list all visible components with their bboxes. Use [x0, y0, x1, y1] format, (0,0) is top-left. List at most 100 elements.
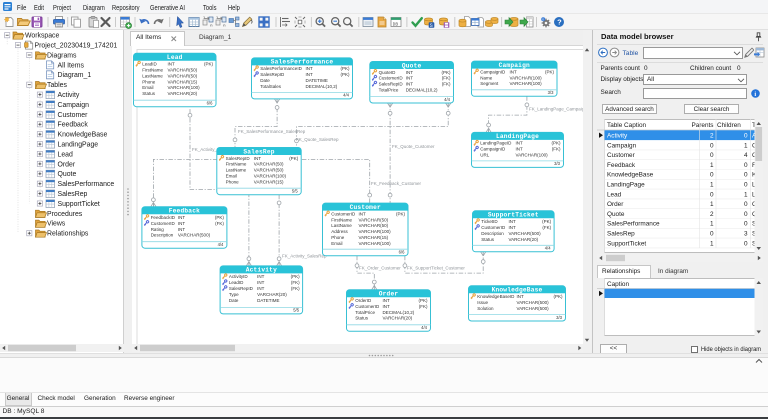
svg-text:Workspace: Workspace	[25, 33, 60, 40]
svg-text:CampaignID: CampaignID	[480, 146, 506, 151]
svg-text:FK_SupportTicket_Customer: FK_SupportTicket_Customer	[407, 265, 465, 270]
svg-text:LandingPage: LandingPage	[495, 133, 538, 140]
svg-text:VARCHAR(20): VARCHAR(20)	[508, 236, 538, 241]
svg-text:(FK): (FK)	[290, 286, 299, 291]
svg-text:LastName: LastName	[331, 223, 352, 228]
svg-text:Children: Children	[717, 122, 741, 129]
svg-text:Segment: Segment	[480, 81, 499, 86]
svg-text:All Items: All Items	[58, 62, 85, 69]
svg-text:INT: INT	[177, 226, 185, 231]
svg-text:0: 0	[744, 221, 748, 228]
svg-text:CampaignID: CampaignID	[480, 69, 506, 74]
svg-text:Order: Order	[58, 161, 76, 168]
svg-text:Activity: Activity	[58, 92, 80, 99]
svg-text:(PK): (PK)	[289, 155, 299, 160]
svg-text:SalesRep: SalesRep	[243, 148, 274, 155]
svg-text:(PK): (PK)	[290, 274, 300, 279]
svg-text:0: 0	[744, 182, 748, 189]
svg-text:CustomerID: CustomerID	[481, 225, 506, 230]
svg-text:(FK): (FK)	[215, 220, 224, 225]
svg-text:2: 2	[710, 211, 714, 218]
svg-text:VARCHAR(100): VARCHAR(100)	[167, 85, 200, 90]
svg-text:Activity: Activity	[607, 133, 628, 140]
svg-text:Issue: Issue	[477, 300, 488, 305]
svg-text:SalesRep: SalesRep	[607, 231, 635, 238]
svg-text:FK_LandingPage_Campaign: FK_LandingPage_Campaign	[529, 106, 584, 111]
svg-text:0: 0	[744, 211, 748, 218]
svg-text:INT: INT	[358, 211, 366, 216]
svg-text:VARCHAR(500): VARCHAR(500)	[516, 305, 549, 310]
svg-text:1: 1	[710, 201, 714, 208]
svg-text:LandingPage: LandingPage	[58, 142, 99, 149]
svg-text:5/5: 5/5	[291, 188, 297, 193]
svg-text:VARCHAR(20): VARCHAR(20)	[382, 315, 412, 320]
svg-text:VARCHAR(20): VARCHAR(20)	[167, 91, 197, 96]
svg-text:FK_Order_Customer: FK_Order_Customer	[359, 265, 401, 270]
svg-text:Rating: Rating	[150, 226, 164, 231]
svg-text:Customer: Customer	[349, 203, 380, 210]
svg-text:KnowledgeBase: KnowledgeBase	[607, 172, 654, 179]
svg-text:INT: INT	[515, 146, 523, 151]
svg-text:Quote: Quote	[607, 211, 625, 218]
svg-text:4/4: 4/4	[343, 92, 349, 97]
svg-text:FirstName: FirstName	[331, 217, 352, 222]
svg-text:0: 0	[744, 162, 748, 169]
svg-text:n: n	[223, 23, 225, 28]
svg-text:Lead: Lead	[58, 151, 73, 158]
svg-text:0: 0	[710, 172, 714, 179]
svg-text:KnowledgeBaseID: KnowledgeBaseID	[477, 294, 515, 299]
svg-text:INT: INT	[253, 155, 260, 160]
svg-text:(FK): (FK)	[542, 225, 551, 230]
svg-text:INT: INT	[515, 140, 523, 145]
svg-text:INT: INT	[305, 66, 313, 71]
svg-text:1: 1	[710, 240, 714, 247]
svg-text:0: 0	[744, 201, 748, 208]
svg-text:(PK): (PK)	[551, 140, 561, 145]
svg-text:VARCHAR(100): VARCHAR(100)	[509, 81, 542, 86]
svg-text:Email: Email	[225, 173, 236, 178]
svg-text:VARCHAR(50): VARCHAR(50)	[253, 161, 283, 166]
svg-text:VARCHAR(20): VARCHAR(20)	[257, 291, 287, 296]
svg-text:0: 0	[744, 133, 748, 140]
svg-text:n: n	[210, 23, 212, 28]
svg-text:SupportTicket: SupportTicket	[58, 201, 100, 208]
svg-text:LandingPage: LandingPage	[607, 182, 645, 189]
svg-text:6/6: 6/6	[398, 249, 404, 254]
svg-text:LastName: LastName	[142, 73, 163, 78]
svg-text:Activity: Activity	[245, 266, 276, 273]
svg-text:Diagrams: Diagrams	[47, 52, 77, 59]
svg-text:INT: INT	[508, 225, 516, 230]
svg-text:FeedbackID: FeedbackID	[150, 215, 175, 220]
svg-text:Email: Email	[331, 240, 342, 245]
svg-text:4/4: 4/4	[421, 325, 427, 330]
svg-text:CustomerID: CustomerID	[150, 220, 175, 225]
svg-text:CustomerID: CustomerID	[355, 303, 380, 308]
svg-text:3/3: 3/3	[556, 314, 562, 319]
svg-text:3/3: 3/3	[547, 90, 553, 95]
svg-text:0: 0	[744, 240, 748, 247]
svg-text:5/5: 5/5	[293, 307, 299, 312]
svg-text:DB: DB	[393, 21, 399, 27]
svg-text:SalesPerformance: SalesPerformance	[58, 181, 115, 188]
svg-text:4/4: 4/4	[544, 245, 550, 250]
svg-text:URL: URL	[480, 152, 489, 157]
svg-text:VARCHAR(500): VARCHAR(500)	[177, 232, 210, 237]
svg-text:SupportTicket: SupportTicket	[607, 240, 646, 247]
svg-text:4/4: 4/4	[217, 242, 223, 247]
svg-text:0: 0	[710, 191, 714, 198]
svg-text:(FK): (FK)	[290, 280, 299, 285]
svg-text:Relationships: Relationships	[47, 231, 89, 238]
svg-text:VARCHAR(15): VARCHAR(15)	[358, 235, 388, 240]
svg-text:Views: Views	[47, 221, 66, 228]
svg-text:(PK): (PK)	[542, 219, 552, 224]
svg-text:SalesRepID: SalesRepID	[260, 72, 285, 77]
svg-text:Address: Address	[331, 229, 348, 234]
svg-text:Quote: Quote	[58, 171, 77, 178]
svg-text:3/3: 3/3	[554, 161, 560, 166]
svg-text:DATETIME: DATETIME	[305, 78, 327, 83]
svg-text:(PK): (PK)	[214, 215, 224, 220]
svg-text:OrderID: OrderID	[355, 298, 372, 303]
svg-text:INT: INT	[257, 286, 265, 291]
svg-text:6/6: 6/6	[206, 100, 212, 105]
svg-text:Table Caption: Table Caption	[607, 122, 647, 129]
